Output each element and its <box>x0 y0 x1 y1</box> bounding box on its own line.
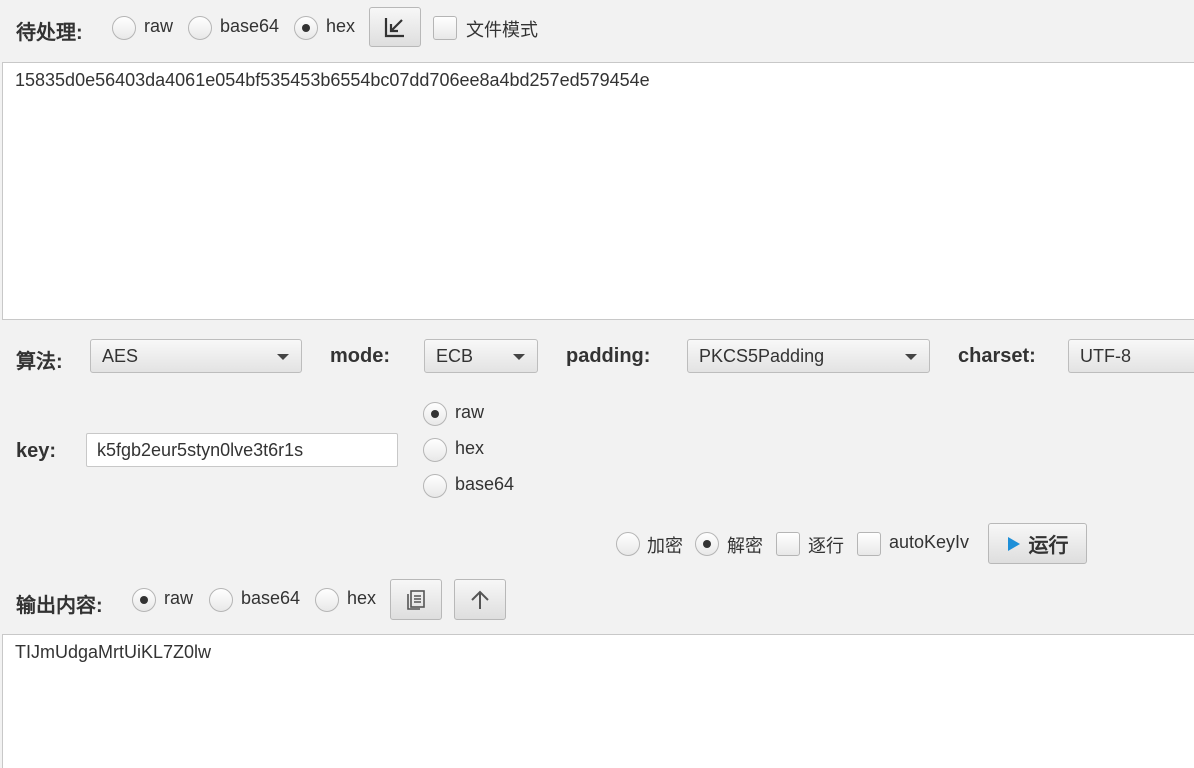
input-format-raw-radio[interactable] <box>112 16 136 40</box>
output-format-base64-label[interactable]: base64 <box>241 588 300 609</box>
run-button[interactable]: 运行 <box>988 523 1087 564</box>
output-label: 输出内容: <box>16 595 103 617</box>
input-format-hex-label[interactable]: hex <box>326 16 355 37</box>
import-button[interactable] <box>369 7 421 47</box>
line-by-line-checkbox[interactable] <box>776 532 800 556</box>
charset-value: UTF-8 <box>1080 346 1131 366</box>
key-format-hex-label[interactable]: hex <box>455 438 484 459</box>
key-label: key: <box>16 440 57 462</box>
decrypt-radio[interactable] <box>695 532 719 556</box>
mode-label: mode: <box>330 345 390 367</box>
output-textarea[interactable]: TIJmUdgaMrtUiKL7Z0lw <box>2 634 1194 768</box>
autokeyiv-checkbox[interactable] <box>857 532 881 556</box>
file-mode-checkbox[interactable] <box>433 16 457 40</box>
arrow-down-left-icon <box>384 18 404 38</box>
key-format-base64-label[interactable]: base64 <box>455 474 514 495</box>
input-format-raw-label[interactable]: raw <box>144 16 173 37</box>
file-mode-label[interactable]: 文件模式 <box>466 16 538 42</box>
charset-select[interactable]: UTF-8 <box>1068 339 1194 373</box>
padding-label: padding: <box>566 345 651 367</box>
line-by-line-label[interactable]: 逐行 <box>808 532 844 558</box>
output-format-raw-radio[interactable] <box>132 588 156 612</box>
algorithm-select[interactable]: AES <box>90 339 302 373</box>
decrypt-label[interactable]: 解密 <box>727 532 763 558</box>
chevron-down-icon <box>513 354 525 360</box>
output-format-raw-label[interactable]: raw <box>164 588 193 609</box>
input-textarea[interactable]: 15835d0e56403da4061e054bf535453b6554bc07… <box>2 62 1194 320</box>
input-label: 待处理: <box>16 22 83 44</box>
chevron-down-icon <box>905 354 917 360</box>
copy-button[interactable] <box>390 579 442 620</box>
copy-icon <box>407 589 425 610</box>
key-format-base64-radio[interactable] <box>423 474 447 498</box>
run-button-label: 运行 <box>1028 535 1069 557</box>
key-input[interactable]: k5fgb2eur5styn0lve3t6r1s <box>86 433 398 467</box>
key-format-raw-radio[interactable] <box>423 402 447 426</box>
key-format-raw-label[interactable]: raw <box>455 402 484 423</box>
input-format-hex-radio[interactable] <box>294 16 318 40</box>
play-icon <box>1007 536 1020 551</box>
encrypt-radio[interactable] <box>616 532 640 556</box>
output-format-hex-label[interactable]: hex <box>347 588 376 609</box>
mode-value: ECB <box>436 346 474 366</box>
move-up-button[interactable] <box>454 579 506 620</box>
key-format-hex-radio[interactable] <box>423 438 447 462</box>
algorithm-label: 算法: <box>16 351 63 373</box>
output-format-hex-radio[interactable] <box>315 588 339 612</box>
charset-label: charset: <box>958 345 1036 367</box>
arrow-up-icon <box>471 590 489 609</box>
autokeyiv-label[interactable]: autoKeyIv <box>889 532 969 553</box>
chevron-down-icon <box>277 354 289 360</box>
mode-select[interactable]: ECB <box>424 339 538 373</box>
padding-value: PKCS5Padding <box>699 346 825 366</box>
encrypt-label[interactable]: 加密 <box>647 532 683 558</box>
padding-select[interactable]: PKCS5Padding <box>687 339 930 373</box>
input-format-base64-label[interactable]: base64 <box>220 16 279 37</box>
input-format-base64-radio[interactable] <box>188 16 212 40</box>
algorithm-value: AES <box>102 346 139 366</box>
output-format-base64-radio[interactable] <box>209 588 233 612</box>
